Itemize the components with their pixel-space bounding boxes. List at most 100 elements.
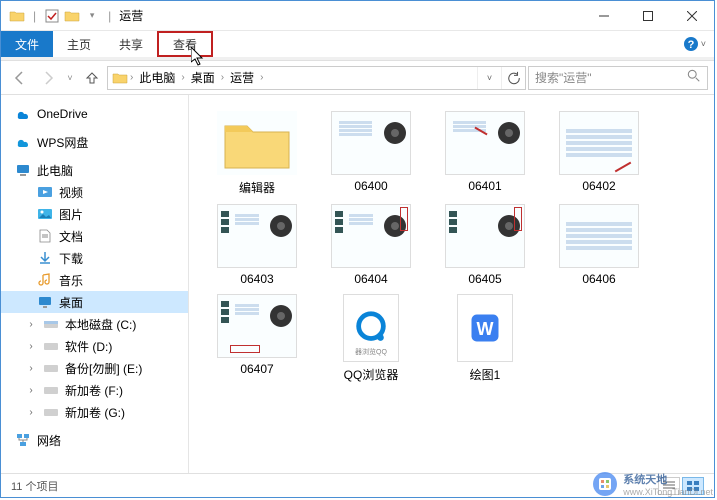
film-icon [270,215,292,237]
search-placeholder: 搜索"运营" [535,69,592,86]
back-button[interactable] [7,65,33,91]
wps-icon [15,134,31,150]
video-thumb [331,204,411,268]
breadcrumb-current[interactable]: 运营 [226,69,258,86]
svg-text:?: ? [687,39,694,51]
ribbon-tabs: 文件 主页 共享 查看 ? ˅ [1,31,714,57]
address-bar[interactable]: › 此电脑 › 桌面 › 运营 › ˅ [107,66,526,90]
tree-onedrive[interactable]: OneDrive [1,103,188,125]
qat-dropdown-icon[interactable]: ▾ [84,8,100,24]
explorer-window: | ▾ | 运营 文件 主页 共享 查看 [0,0,715,498]
video-thumb [559,204,639,268]
up-button[interactable] [79,65,105,91]
tree-disk-g[interactable]: › 新加卷 (G:) [1,401,188,423]
chevron-right-icon[interactable]: › [181,72,184,83]
expand-icon[interactable]: › [25,340,37,352]
item-label: 06402 [582,179,615,193]
tree-disk-c[interactable]: › 本地磁盘 (C:) [1,313,188,335]
separator: | [108,9,111,23]
tab-share[interactable]: 共享 [105,31,157,57]
video-thumb [217,204,297,268]
tree-wps[interactable]: WPS网盘 [1,131,188,153]
desktop-icon [37,294,53,310]
tree-thispc[interactable]: 此电脑 [1,159,188,181]
videos-icon [37,184,53,200]
view-switcher [658,477,704,495]
file-item-video[interactable]: 06403 [209,204,305,286]
file-item-video[interactable]: 06407 [209,294,305,383]
address-actions: ˅ [477,67,525,89]
folder-icon [112,70,128,86]
chevron-right-icon[interactable]: › [130,72,133,83]
video-thumb [445,204,525,268]
file-item-video[interactable]: 06402 [551,111,647,196]
maximize-button[interactable] [626,1,670,31]
item-label: 06401 [468,179,501,193]
item-label: 编辑器 [239,179,275,196]
recent-dropdown[interactable]: ˅ [63,65,77,91]
minimize-button[interactable] [582,1,626,31]
file-item-video[interactable]: 06404 [323,204,419,286]
address-dropdown[interactable]: ˅ [477,67,501,89]
search-icon[interactable] [687,69,701,86]
search-box[interactable]: 搜索"运营" [528,66,708,90]
video-thumb [217,294,297,358]
tab-home[interactable]: 主页 [53,31,105,57]
expand-icon[interactable]: › [25,362,37,374]
expand-icon[interactable]: › [25,406,37,418]
forward-button[interactable] [35,65,61,91]
drive-icon [43,316,59,332]
film-icon [498,122,520,144]
quick-access-toolbar: | ▾ | 运营 [1,7,143,24]
item-label: 06406 [582,272,615,286]
folder-icon [217,111,297,175]
file-item-video[interactable]: 06401 [437,111,533,196]
file-item-video[interactable]: 06400 [323,111,419,196]
check-icon[interactable] [44,8,60,24]
file-item-video[interactable]: 06406 [551,204,647,286]
tree-disk-d[interactable]: › 软件 (D:) [1,335,188,357]
breadcrumb-desktop[interactable]: 桌面 [187,69,219,86]
expand-icon[interactable]: › [25,384,37,396]
tree-network[interactable]: 网络 [1,429,188,451]
music-icon [37,272,53,288]
chevron-down-icon: ˅ [701,39,706,49]
help-button[interactable]: ? ˅ [683,31,706,57]
refresh-button[interactable] [501,67,525,89]
film-icon [384,122,406,144]
tree-pictures[interactable]: 图片 [1,203,188,225]
qq-browser-icon: 器浏览QQ [343,294,399,362]
tree-disk-f[interactable]: › 新加卷 (F:) [1,379,188,401]
status-bar: 11 个项目 [1,473,714,497]
folder-small-icon [64,8,80,24]
expand-icon[interactable]: › [25,318,37,330]
icons-view-button[interactable] [682,477,704,495]
close-button[interactable] [670,1,714,31]
tree-disk-e[interactable]: › 备份[勿删] (E:) [1,357,188,379]
tree-downloads[interactable]: 下载 [1,247,188,269]
navigation-pane[interactable]: OneDrive WPS网盘 此电脑 视频 图片 文档 [1,95,189,473]
file-item-shortcut[interactable]: 器浏览QQ QQ浏览器 [323,294,419,383]
body: OneDrive WPS网盘 此电脑 视频 图片 文档 [1,95,714,473]
tree-videos[interactable]: 视频 [1,181,188,203]
file-item-folder[interactable]: 编辑器 [209,111,305,196]
wps-doc-icon: W [457,294,513,362]
details-view-button[interactable] [658,477,680,495]
tab-file[interactable]: 文件 [1,31,53,57]
drive-icon [43,382,59,398]
content-pane[interactable]: 编辑器 06400 06401 [189,95,714,473]
item-label: 06407 [240,362,273,376]
tree-desktop[interactable]: 桌面 [1,291,188,313]
item-label: 绘图1 [470,366,501,383]
window-title: 运营 [119,7,143,24]
chevron-right-icon[interactable]: › [221,72,224,83]
video-thumb [331,111,411,175]
file-item-video[interactable]: 06405 [437,204,533,286]
file-item-doc[interactable]: W 绘图1 [437,294,533,383]
chevron-right-icon[interactable]: › [260,72,263,83]
drive-icon [43,360,59,376]
breadcrumb-thispc[interactable]: 此电脑 [135,69,179,86]
tree-music[interactable]: 音乐 [1,269,188,291]
tab-view[interactable]: 查看 [157,31,213,57]
tree-documents[interactable]: 文档 [1,225,188,247]
